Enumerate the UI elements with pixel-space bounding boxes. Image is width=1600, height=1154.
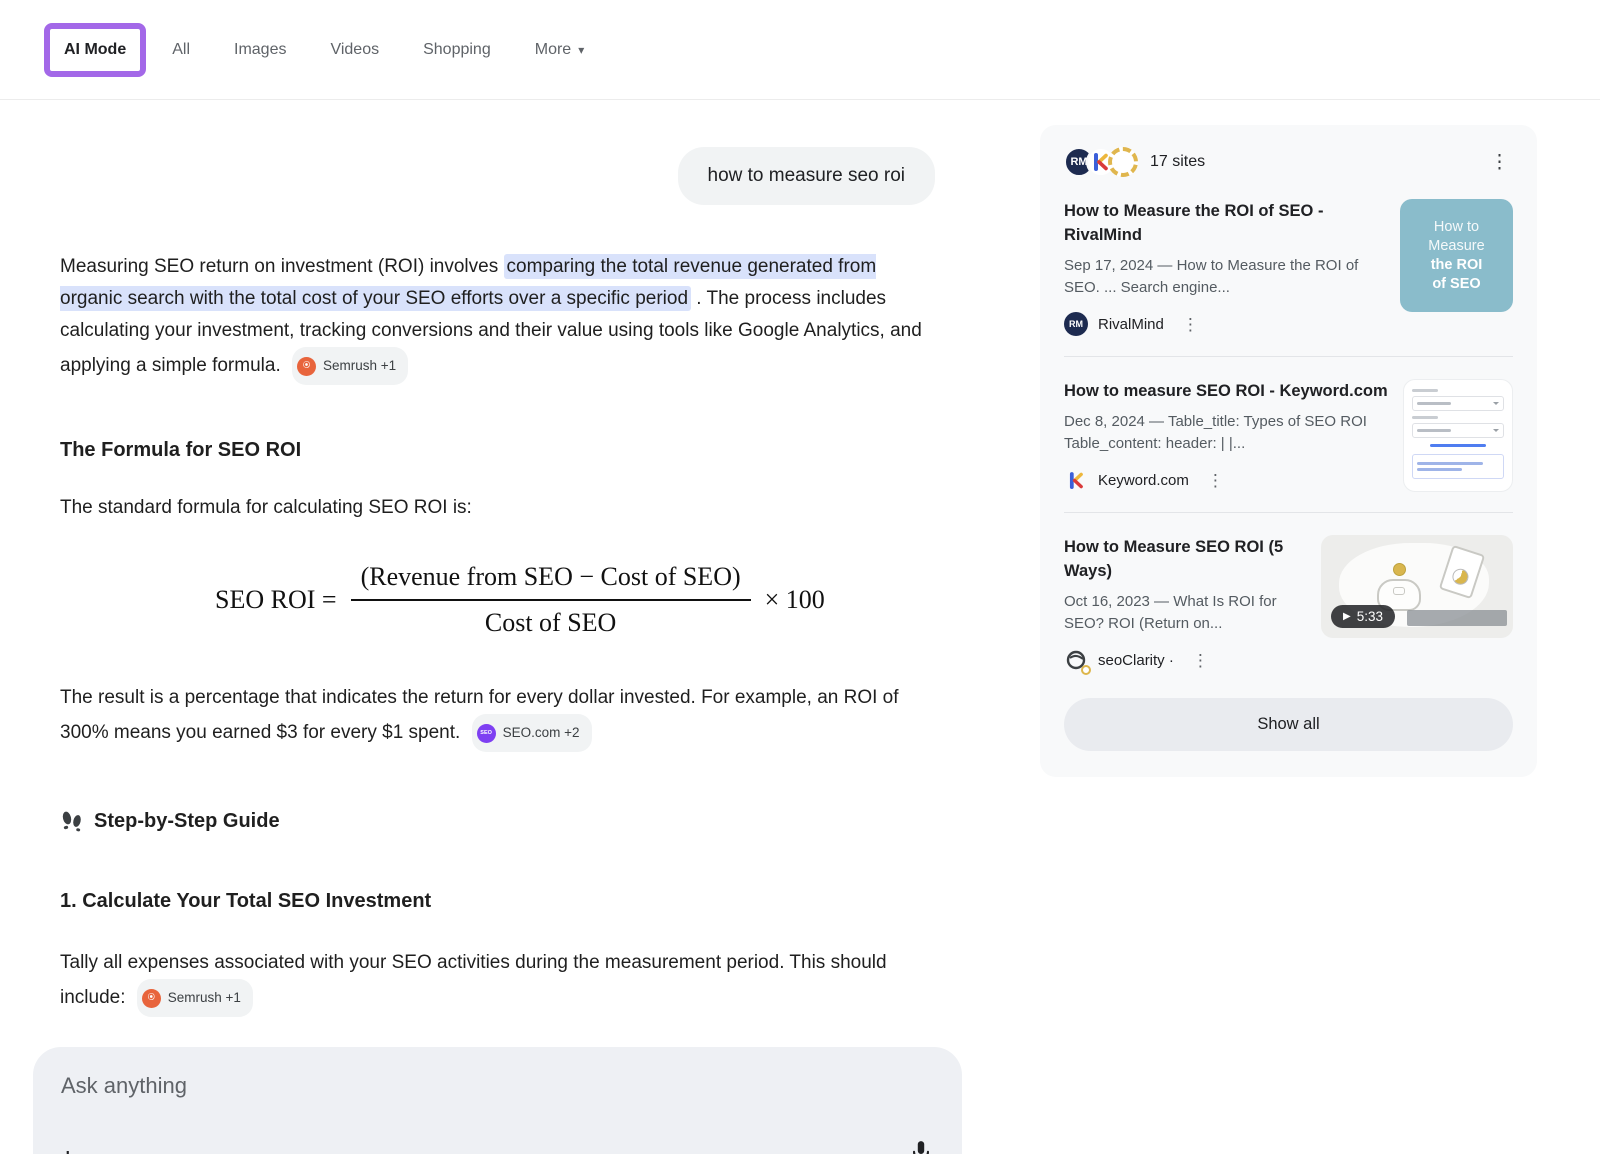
source-snippet: Oct 16, 2023 — What Is ROI for SEO? ROI … — [1064, 591, 1307, 635]
source-name: seoClarity · — [1098, 652, 1174, 669]
card-menu-kebab-icon[interactable]: ⋮ — [1182, 316, 1199, 333]
source-thumbnail[interactable]: How to Measure the ROI of SEO — [1400, 199, 1513, 312]
sources-header: RM 17 sites ⋮ — [1064, 147, 1513, 177]
tab-ai-mode[interactable]: AI Mode — [44, 23, 146, 77]
tab-all[interactable]: All — [172, 41, 190, 59]
tab-shopping[interactable]: Shopping — [423, 41, 491, 59]
source-card-keyword[interactable]: How to measure SEO ROI - Keyword.com Dec… — [1064, 379, 1513, 492]
microphone-button[interactable] — [908, 1139, 934, 1154]
seo-roi-formula: SEO ROI = (Revenue from SEO − Cost of SE… — [215, 562, 940, 638]
section-heading-formula: The Formula for SEO ROI — [60, 439, 940, 462]
video-thumbnail[interactable]: ▶ 5:33 — [1321, 535, 1513, 638]
mini-form-box — [1412, 454, 1504, 479]
semrush-icon: ⦿ — [142, 989, 161, 1008]
keyword-k-icon — [1093, 153, 1109, 171]
attach-plus-button[interactable]: + — [59, 1144, 77, 1154]
tab-more-label: More — [535, 41, 571, 59]
formula-fraction: (Revenue from SEO − Cost of SEO) Cost of… — [351, 562, 751, 638]
source-name: Keyword.com — [1098, 472, 1189, 489]
tab-videos[interactable]: Videos — [330, 41, 379, 59]
sources-sidebar: RM 17 sites ⋮ How to Measure t — [1040, 125, 1537, 777]
answer-paragraph-1: Measuring SEO return on investment (ROI)… — [60, 251, 940, 385]
thumbnail-text: How to — [1434, 218, 1479, 237]
source-card-rivalmind[interactable]: How to Measure the ROI of SEO - RivalMin… — [1064, 199, 1513, 336]
source-name: RivalMind — [1098, 316, 1164, 333]
tab-more[interactable]: More ▾ — [535, 41, 584, 59]
source-snippet: Sep 17, 2024 — How to Measure the ROI of… — [1064, 255, 1386, 299]
microphone-icon — [908, 1139, 934, 1154]
formula-multiplier: × 100 — [765, 585, 825, 615]
pie-chart-doodle — [1450, 567, 1470, 587]
source-chip-label: SEO.com +2 — [503, 717, 580, 749]
source-title[interactable]: How to measure SEO ROI - Keyword.com — [1064, 379, 1389, 403]
keyword-favicon — [1064, 468, 1088, 492]
seoclarity-favicon — [1064, 648, 1088, 672]
source-card-seoclarity[interactable]: How to Measure SEO ROI (5 Ways) Oct 16, … — [1064, 535, 1513, 672]
source-attribution-row: Keyword.com ⋮ — [1064, 468, 1389, 492]
section-heading-label: Step-by-Step Guide — [94, 810, 280, 833]
mini-form-label — [1412, 389, 1438, 392]
formula-denominator: Cost of SEO — [351, 601, 751, 638]
show-all-button[interactable]: Show all — [1064, 698, 1513, 751]
card-menu-kebab-icon[interactable]: ⋮ — [1207, 472, 1224, 489]
source-favicon-stack: RM — [1064, 147, 1138, 177]
chevron-down-icon: ▾ — [578, 43, 584, 57]
source-title[interactable]: How to Measure the ROI of SEO - RivalMin… — [1064, 199, 1386, 247]
source-thumbnail[interactable] — [1403, 379, 1513, 492]
section-heading-steps: Step-by-Step Guide — [60, 808, 940, 834]
source-chip-semrush[interactable]: ⦿ Semrush +1 — [292, 347, 408, 385]
user-query-bubble: how to measure seo roi — [678, 147, 936, 205]
source-title[interactable]: How to Measure SEO ROI (5 Ways) — [1064, 535, 1307, 583]
seoclarity-favicon — [1108, 147, 1138, 177]
paragraph-text: Measuring SEO return on investment (ROI)… — [60, 256, 504, 277]
video-duration: 5:33 — [1357, 609, 1383, 624]
source-attribution-row: seoClarity · ⋮ — [1064, 648, 1307, 672]
ask-anything-input[interactable]: Ask anything + — [33, 1047, 962, 1154]
thumbnail-text: of SEO — [1432, 275, 1480, 294]
formula-numerator: (Revenue from SEO − Cost of SEO) — [351, 562, 751, 601]
page-content: how to measure seo roi Measuring SEO ret… — [0, 100, 1600, 1154]
source-card-body: How to Measure the ROI of SEO - RivalMin… — [1064, 199, 1400, 336]
seocom-icon: SEO — [477, 724, 496, 743]
coin-doodle — [1393, 563, 1406, 576]
mini-form-label — [1412, 416, 1438, 419]
source-attribution-row: RM RivalMind ⋮ — [1064, 312, 1386, 336]
rivalmind-favicon: RM — [1064, 312, 1088, 336]
seoclarity-ring-icon — [1081, 665, 1091, 675]
footprints-icon — [60, 808, 84, 834]
formula-intro-text: The standard formula for calculating SEO… — [60, 492, 940, 524]
source-card-body: How to measure SEO ROI - Keyword.com Dec… — [1064, 379, 1403, 492]
mini-form-select — [1412, 423, 1504, 438]
answer-paragraph-3: Tally all expenses associated with your … — [60, 947, 940, 1017]
semrush-icon: ⦿ — [297, 357, 316, 376]
play-icon: ▶ — [1343, 611, 1351, 622]
sources-card: RM 17 sites ⋮ How to Measure t — [1040, 125, 1537, 777]
thumbnail-text: Measure — [1428, 237, 1484, 256]
answer-text: Measuring SEO return on investment (ROI)… — [60, 205, 940, 1017]
formula-lhs: SEO ROI = — [215, 585, 337, 615]
source-chip-semrush-2[interactable]: ⦿ Semrush +1 — [137, 979, 253, 1017]
input-placeholder: Ask anything — [61, 1073, 187, 1099]
sources-menu-kebab-icon[interactable]: ⋮ — [1490, 153, 1509, 172]
divider — [1064, 512, 1513, 513]
source-chip-seocom[interactable]: SEO SEO.com +2 — [472, 714, 592, 752]
divider — [1064, 356, 1513, 357]
source-chip-label: Semrush +1 — [168, 982, 241, 1014]
ai-answer-column: how to measure seo roi Measuring SEO ret… — [33, 125, 962, 1154]
thumbnail-text: the ROI — [1431, 256, 1483, 275]
source-snippet: Dec 8, 2024 — Table_title: Types of SEO … — [1064, 411, 1389, 455]
source-card-body: How to Measure SEO ROI (5 Ways) Oct 16, … — [1064, 535, 1321, 672]
tab-images[interactable]: Images — [234, 41, 286, 59]
search-tabs-bar: AI Mode All Images Videos Shopping More … — [0, 0, 1600, 100]
card-menu-kebab-icon[interactable]: ⋮ — [1192, 652, 1209, 669]
source-chip-label: Semrush +1 — [323, 350, 396, 382]
sites-count: 17 sites — [1150, 153, 1205, 171]
video-duration-badge: ▶ 5:33 — [1331, 605, 1395, 628]
answer-paragraph-2: The result is a percentage that indicate… — [60, 682, 940, 752]
step-1-heading: 1. Calculate Your Total SEO Investment — [60, 890, 940, 913]
mini-form-link — [1430, 444, 1486, 447]
keyword-k-icon — [1069, 472, 1084, 489]
caption-strip — [1407, 610, 1507, 626]
mini-form-select — [1412, 396, 1504, 411]
